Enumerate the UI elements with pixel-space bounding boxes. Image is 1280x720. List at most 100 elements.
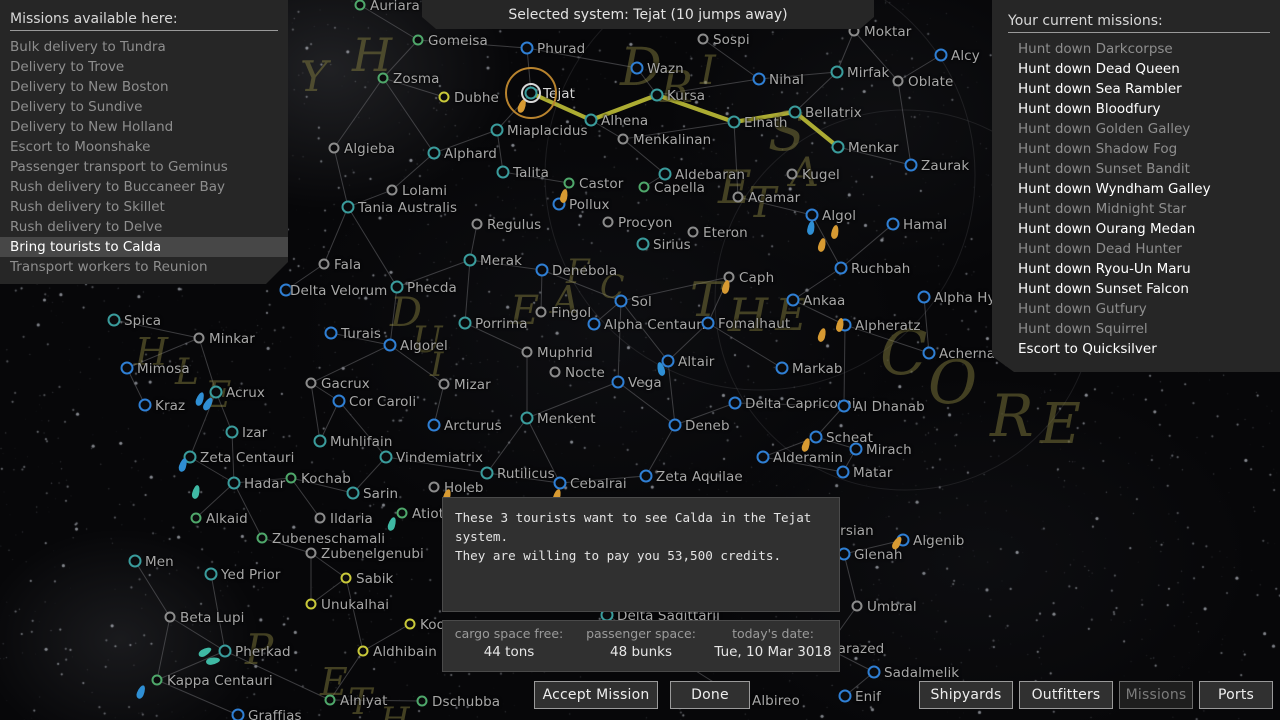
star-system-label[interactable]: Altair [678, 354, 714, 370]
star-system-label[interactable]: Zubenelgenubi [321, 546, 424, 562]
star-system-label[interactable]: Fingol [551, 305, 591, 321]
star-system-label[interactable]: Muphrid [537, 345, 593, 361]
star-system-label[interactable]: Zosma [393, 71, 439, 87]
star-system-node[interactable] [427, 146, 441, 160]
star-system-node[interactable] [553, 476, 567, 490]
available-missions-list[interactable]: Bulk delivery to Tundra Delivery to Trove… [0, 37, 288, 277]
star-system-label[interactable]: Arcturus [444, 418, 502, 434]
star-system-label[interactable]: Kappa Centauri [167, 673, 273, 689]
star-system-label[interactable]: Regulus [487, 217, 541, 233]
star-system-label[interactable]: Auriara [370, 0, 420, 14]
star-system-label[interactable]: Mirfak [847, 65, 889, 81]
available-mission-item[interactable]: Delivery to New Boston [0, 77, 288, 97]
current-missions-panel[interactable]: Your current missions: Hunt down Darkcor… [984, 0, 1280, 372]
star-system-node[interactable] [639, 469, 653, 483]
star-system-label[interactable]: Al Dhanab [854, 399, 925, 415]
star-system-label[interactable]: Menkar [848, 140, 899, 156]
star-system-label[interactable]: Zubeneschamali [272, 531, 385, 547]
star-system-label[interactable]: Lolami [402, 183, 447, 199]
star-system-label[interactable]: Sadalmelik [884, 665, 959, 681]
star-system-node[interactable] [463, 253, 477, 267]
star-system-node[interactable] [218, 644, 232, 658]
outfitters-button[interactable]: Outfitters [1019, 681, 1113, 709]
star-system-node[interactable] [305, 547, 317, 559]
star-system-node[interactable] [164, 611, 176, 623]
star-system-node[interactable] [313, 434, 327, 448]
star-system-node[interactable] [837, 399, 851, 413]
current-mission-item[interactable]: Hunt down Sea Rambler [1008, 79, 1280, 99]
star-system-node[interactable] [318, 258, 330, 270]
star-system-label[interactable]: Pherkad [235, 644, 291, 660]
star-system-label[interactable]: Kochab [301, 471, 351, 487]
star-system-label[interactable]: Tejat [543, 86, 575, 102]
star-system-node[interactable] [727, 115, 741, 129]
current-mission-item[interactable]: Hunt down Midnight Star [1008, 199, 1280, 219]
star-system-label[interactable]: Mizar [454, 377, 491, 393]
star-system-label[interactable]: Vega [628, 375, 662, 391]
star-system-node[interactable] [416, 695, 428, 707]
star-system-node[interactable] [886, 217, 900, 231]
star-system-label[interactable]: Rutilicus [497, 466, 555, 482]
star-system-node[interactable] [357, 645, 369, 657]
star-system-node[interactable] [786, 168, 798, 180]
star-system-node[interactable] [209, 385, 223, 399]
star-system-node[interactable] [904, 158, 918, 172]
star-system-node[interactable] [520, 411, 534, 425]
star-system-node[interactable] [227, 476, 241, 490]
star-system-label[interactable]: Alpha Hy [934, 290, 996, 306]
current-mission-item[interactable]: Hunt down Golden Galley [1008, 119, 1280, 139]
star-system-node[interactable] [602, 216, 614, 228]
star-system-label[interactable]: Mirach [866, 442, 912, 458]
star-system-node[interactable] [849, 442, 863, 456]
current-mission-item[interactable]: Hunt down Shadow Fog [1008, 139, 1280, 159]
current-mission-item[interactable]: Hunt down Ourang Medan [1008, 219, 1280, 239]
star-system-node[interactable] [892, 75, 904, 87]
star-system-node[interactable] [412, 34, 424, 46]
star-system-node[interactable] [752, 72, 766, 86]
star-system-node[interactable] [630, 61, 644, 75]
star-system-label[interactable]: Alpheratz [855, 318, 921, 334]
current-missions-list[interactable]: Hunt down Darkcorpse Hunt down Dead Queen… [1008, 39, 1280, 359]
star-system-label[interactable]: Talita [513, 165, 549, 181]
star-system-node[interactable] [836, 465, 850, 479]
star-system-label[interactable]: Algorel [400, 338, 448, 354]
star-system-node[interactable] [346, 486, 360, 500]
star-system-label[interactable]: Sol [631, 294, 652, 310]
star-system-node[interactable] [332, 394, 346, 408]
star-system-label[interactable]: Phurad [537, 41, 585, 57]
available-mission-item[interactable]: Passenger transport to Geminus [0, 157, 288, 177]
star-system-node[interactable] [328, 142, 340, 154]
star-system-label[interactable]: Ildaria [330, 511, 373, 527]
star-system-node[interactable] [354, 0, 366, 11]
shipyards-button[interactable]: Shipyards [919, 681, 1013, 709]
star-system-label[interactable]: Minkar [209, 331, 255, 347]
star-system-node[interactable] [775, 361, 789, 375]
star-system-label[interactable]: Wazn [647, 61, 684, 77]
star-system-label[interactable]: Ankaa [803, 293, 845, 309]
available-mission-item[interactable]: Rush delivery to Delve [0, 217, 288, 237]
star-system-node[interactable] [732, 191, 744, 203]
star-system-label[interactable]: Algieba [344, 141, 395, 157]
star-system-node[interactable] [438, 378, 450, 390]
star-system-label[interactable]: Oblate [908, 74, 953, 90]
star-system-label[interactable]: Miaplacidus [507, 123, 588, 139]
star-system-node[interactable] [428, 481, 440, 493]
available-mission-item[interactable]: Delivery to Trove [0, 57, 288, 77]
star-system-label[interactable]: Caph [739, 270, 774, 286]
star-system-label[interactable]: Kraz [155, 398, 185, 414]
available-mission-item[interactable]: Bring tourists to Calda [0, 237, 288, 257]
star-system-node[interactable] [786, 293, 800, 307]
star-system-label[interactable]: Zaurak [921, 158, 969, 174]
star-system-label[interactable]: Denebola [552, 263, 617, 279]
star-system-node[interactable] [458, 316, 472, 330]
star-system-node[interactable] [587, 317, 601, 331]
star-system-label[interactable]: Muhlifain [330, 434, 393, 450]
star-system-node[interactable] [521, 346, 533, 358]
star-system-node[interactable] [107, 313, 121, 327]
star-system-label[interactable]: Kursa [667, 88, 705, 104]
current-mission-item[interactable]: Hunt down Sunset Bandit [1008, 159, 1280, 179]
star-system-label[interactable]: Algol [822, 208, 856, 224]
star-system-node[interactable] [379, 450, 393, 464]
star-system-label[interactable]: Merak [480, 253, 522, 269]
star-system-label[interactable]: Izar [242, 425, 267, 441]
